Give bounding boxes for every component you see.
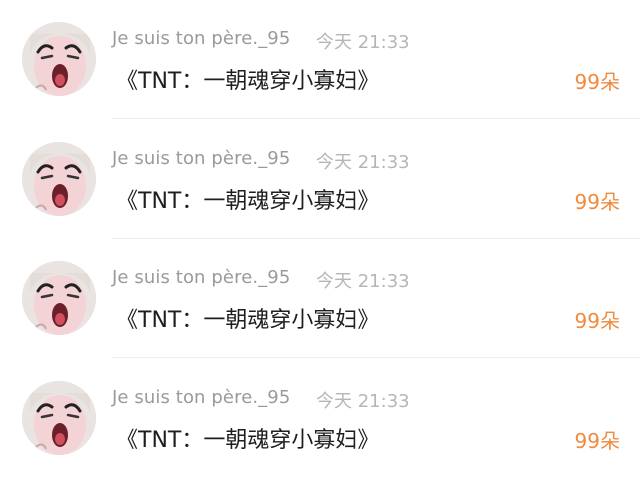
avatar[interactable]	[22, 22, 96, 96]
timestamp: 今天 21:33	[316, 152, 410, 173]
list-item[interactable]: Je suis ton père._95 今天 21:33 《TNT：一朝魂穿小…	[0, 359, 640, 478]
cartoon-face-avatar-icon	[22, 142, 96, 216]
divider	[112, 357, 640, 358]
gift-record-list: Je suis ton père._95 今天 21:33 《TNT：一朝魂穿小…	[0, 0, 640, 467]
avatar[interactable]	[22, 261, 96, 335]
username[interactable]: Je suis ton père._95	[112, 148, 290, 169]
list-item[interactable]: Je suis ton père._95 今天 21:33 《TNT：一朝魂穿小…	[0, 0, 640, 119]
username[interactable]: Je suis ton père._95	[112, 267, 290, 288]
book-title[interactable]: 《TNT：一朝魂穿小寡妇》	[116, 422, 379, 454]
timestamp: 今天 21:33	[316, 271, 410, 292]
book-title[interactable]: 《TNT：一朝魂穿小寡妇》	[116, 183, 379, 215]
list-item[interactable]: Je suis ton père._95 今天 21:33 《TNT：一朝魂穿小…	[0, 120, 640, 239]
gift-count: 99朵	[574, 309, 620, 333]
gift-count: 99朵	[574, 190, 620, 214]
timestamp: 今天 21:33	[316, 391, 410, 412]
book-title[interactable]: 《TNT：一朝魂穿小寡妇》	[116, 302, 379, 334]
list-item[interactable]: Je suis ton père._95 今天 21:33 《TNT：一朝魂穿小…	[0, 239, 640, 358]
cartoon-face-avatar-icon	[22, 261, 96, 335]
gift-count: 99朵	[574, 429, 620, 453]
book-title[interactable]: 《TNT：一朝魂穿小寡妇》	[116, 63, 379, 95]
gift-count: 99朵	[574, 70, 620, 94]
username[interactable]: Je suis ton père._95	[112, 387, 290, 408]
avatar[interactable]	[22, 381, 96, 455]
avatar[interactable]	[22, 142, 96, 216]
cartoon-face-avatar-icon	[22, 381, 96, 455]
username[interactable]: Je suis ton père._95	[112, 28, 290, 49]
divider	[112, 118, 640, 119]
cartoon-face-avatar-icon	[22, 22, 96, 96]
timestamp: 今天 21:33	[316, 32, 410, 53]
